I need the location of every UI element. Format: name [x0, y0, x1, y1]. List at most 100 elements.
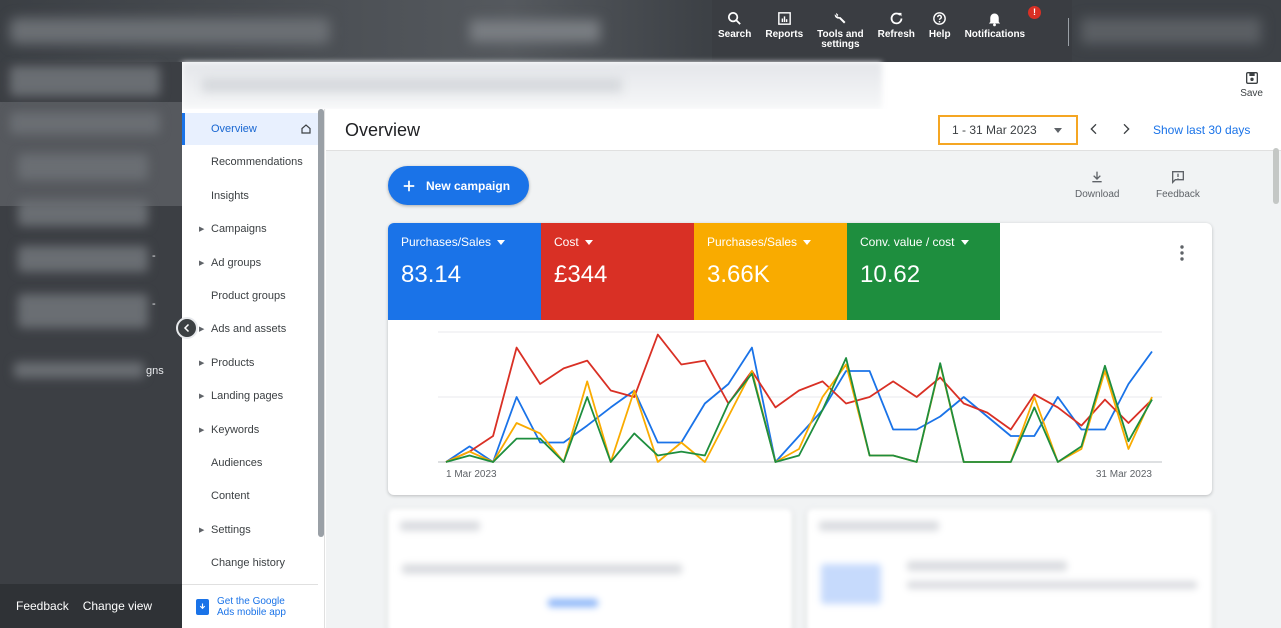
blurred-sidebar-item[interactable] — [10, 112, 160, 134]
blurred-sidebar-item[interactable] — [14, 362, 144, 378]
page-menu-item-label: Insights — [211, 189, 249, 202]
expand-arrow-icon: ▶ — [199, 259, 205, 267]
metric-tile[interactable]: Cost £344 — [541, 223, 694, 320]
page-menu-item-landing-pages[interactable]: ▶ Landing pages — [182, 380, 318, 412]
top-app-bar — [0, 0, 1281, 62]
performance-line-chart: 1 Mar 2023 31 Mar 2023 — [438, 331, 1162, 480]
save-button[interactable]: Save — [1240, 70, 1263, 99]
page-menu: Overview Recommendations Insights ▶ Campaign… — [182, 109, 325, 628]
page-menu-item-insights[interactable]: Insights — [182, 180, 318, 212]
page-menu-item-label: Settings — [211, 523, 251, 536]
tools-label-line2: settings — [821, 39, 860, 50]
page-menu-item-label: Overview — [211, 123, 257, 135]
metric-name[interactable]: Purchases/Sales — [401, 235, 528, 249]
page-scrollbar[interactable] — [1273, 148, 1279, 204]
notifications-button[interactable]: Notifications — [965, 0, 1025, 62]
refresh-label: Refresh — [877, 29, 915, 40]
metric-name-label: Purchases/Sales — [707, 235, 798, 249]
page-menu-item-overview[interactable]: Overview — [182, 113, 318, 145]
plus-icon — [403, 180, 415, 191]
page-menu-scrollbar[interactable] — [318, 109, 324, 537]
metric-name[interactable]: Purchases/Sales — [707, 235, 834, 249]
main-content: Overview 1 - 31 Mar 2023 Show last 30 da… — [326, 109, 1281, 628]
search-label: Search — [718, 29, 752, 40]
blurred-card-text — [907, 561, 1067, 571]
page-menu-item-product-groups[interactable]: Product groups — [182, 280, 318, 312]
download-button[interactable]: Download — [1075, 169, 1119, 200]
blurred-card-title — [400, 521, 480, 531]
next-period-button[interactable] — [1118, 121, 1134, 137]
page-menu-item-campaigns[interactable]: ▶ Campaigns — [182, 213, 318, 245]
feedback-label: Feedback — [1156, 189, 1200, 200]
blurred-sidebar-item[interactable] — [18, 246, 148, 272]
page-menu-item-ads-and-assets[interactable]: ▶ Ads and assets — [182, 313, 318, 345]
page-menu-item-label: Change history — [211, 557, 285, 570]
page-menu-item-keywords[interactable]: ▶ Keywords — [182, 414, 318, 446]
blurred-header-text — [470, 20, 600, 42]
date-range-picker[interactable]: 1 - 31 Mar 2023 — [938, 115, 1078, 145]
metric-tile[interactable]: Conv. value / cost 10.62 — [847, 223, 1000, 320]
page-menu-item-change-history[interactable]: Change history — [182, 547, 318, 579]
mobile-app-text-2: Ads mobile app — [217, 606, 286, 618]
page-menu-item-ad-groups[interactable]: ▶ Ad groups — [182, 247, 318, 279]
page-menu-item-label: Product groups — [211, 290, 286, 302]
page-header: Overview 1 - 31 Mar 2023 Show last 30 da… — [326, 109, 1281, 151]
refresh-button[interactable]: Refresh — [878, 0, 915, 62]
header-tools: Search Reports Tools and settings Refres… — [712, 0, 1072, 62]
mobile-app-link[interactable]: Get the Google Ads mobile app — [182, 584, 318, 628]
chevron-left-icon — [183, 323, 190, 333]
more-options-icon[interactable] — [1180, 245, 1184, 261]
expand-arrow-icon: ▶ — [199, 326, 205, 334]
dropdown-caret-icon — [960, 239, 969, 245]
performance-card: Purchases/Sales 83.14 Cost £344 Purchases/Sa… — [388, 223, 1212, 495]
help-button[interactable]: Help — [929, 0, 951, 62]
chart-series-line-0[interactable] — [445, 346, 1153, 463]
mobile-app-text-1: Get the Google — [217, 595, 285, 607]
save-label: Save — [1240, 88, 1263, 99]
expand-arrow-icon: ▶ — [199, 426, 205, 434]
dropdown-caret-icon — [584, 239, 593, 245]
campaign-tree-sidebar: - - gns — [0, 62, 182, 628]
metric-value: 3.66K — [707, 261, 770, 288]
blurred-card-title — [819, 521, 939, 531]
page-menu-item-products[interactable]: ▶ Products — [182, 347, 318, 379]
search-button[interactable]: Search — [718, 0, 751, 62]
tools-and-settings-button[interactable]: Tools and settings — [817, 0, 864, 62]
metric-value: 10.62 — [860, 261, 921, 288]
blurred-sidebar-item[interactable] — [18, 154, 148, 180]
show-last-30-days-link[interactable]: Show last 30 days — [1153, 123, 1250, 137]
feedback-button[interactable]: Feedback — [1156, 169, 1200, 200]
expand-arrow-icon: ▶ — [199, 359, 205, 367]
help-icon — [933, 12, 947, 25]
chart-x-tick-label: 31 Mar 2023 — [1096, 469, 1153, 480]
feedback-link[interactable]: Feedback — [16, 599, 69, 613]
metric-name[interactable]: Conv. value / cost — [860, 235, 987, 249]
blurred-sidebar-item[interactable] — [10, 66, 160, 96]
blurred-summary-card — [388, 509, 792, 628]
search-icon — [728, 11, 741, 25]
blurred-card-image — [821, 564, 881, 604]
new-campaign-button[interactable]: New campaign — [388, 166, 529, 205]
page-menu-item-settings[interactable]: ▶ Settings — [182, 514, 318, 546]
mobile-phone-icon — [196, 598, 209, 615]
metric-name-label: Cost — [554, 235, 579, 249]
page-menu-item-label: Ad groups — [211, 256, 262, 269]
blurred-sidebar-item[interactable] — [18, 200, 148, 226]
metric-name[interactable]: Cost — [554, 235, 681, 249]
blurred-sidebar-item[interactable] — [18, 294, 148, 328]
page-menu-item-label: Campaigns — [211, 223, 267, 236]
collapse-sidebar-button[interactable] — [176, 317, 198, 339]
chart-series-line-2[interactable] — [445, 363, 1153, 463]
metric-tile[interactable]: Purchases/Sales 3.66K — [694, 223, 847, 320]
download-icon — [1092, 171, 1102, 183]
change-view-link[interactable]: Change view — [83, 599, 152, 613]
previous-period-button[interactable] — [1086, 121, 1102, 137]
page-menu-item-audiences[interactable]: Audiences — [182, 447, 318, 479]
metric-tile[interactable]: Purchases/Sales 83.14 — [388, 223, 541, 320]
metric-name-label: Conv. value / cost — [860, 235, 955, 249]
chart-x-tick-label: 1 Mar 2023 — [446, 469, 497, 480]
home-icon — [301, 124, 311, 134]
page-menu-item-content[interactable]: Content — [182, 480, 318, 512]
page-menu-item-recommendations[interactable]: Recommendations — [182, 146, 318, 178]
reports-button[interactable]: Reports — [765, 0, 803, 62]
